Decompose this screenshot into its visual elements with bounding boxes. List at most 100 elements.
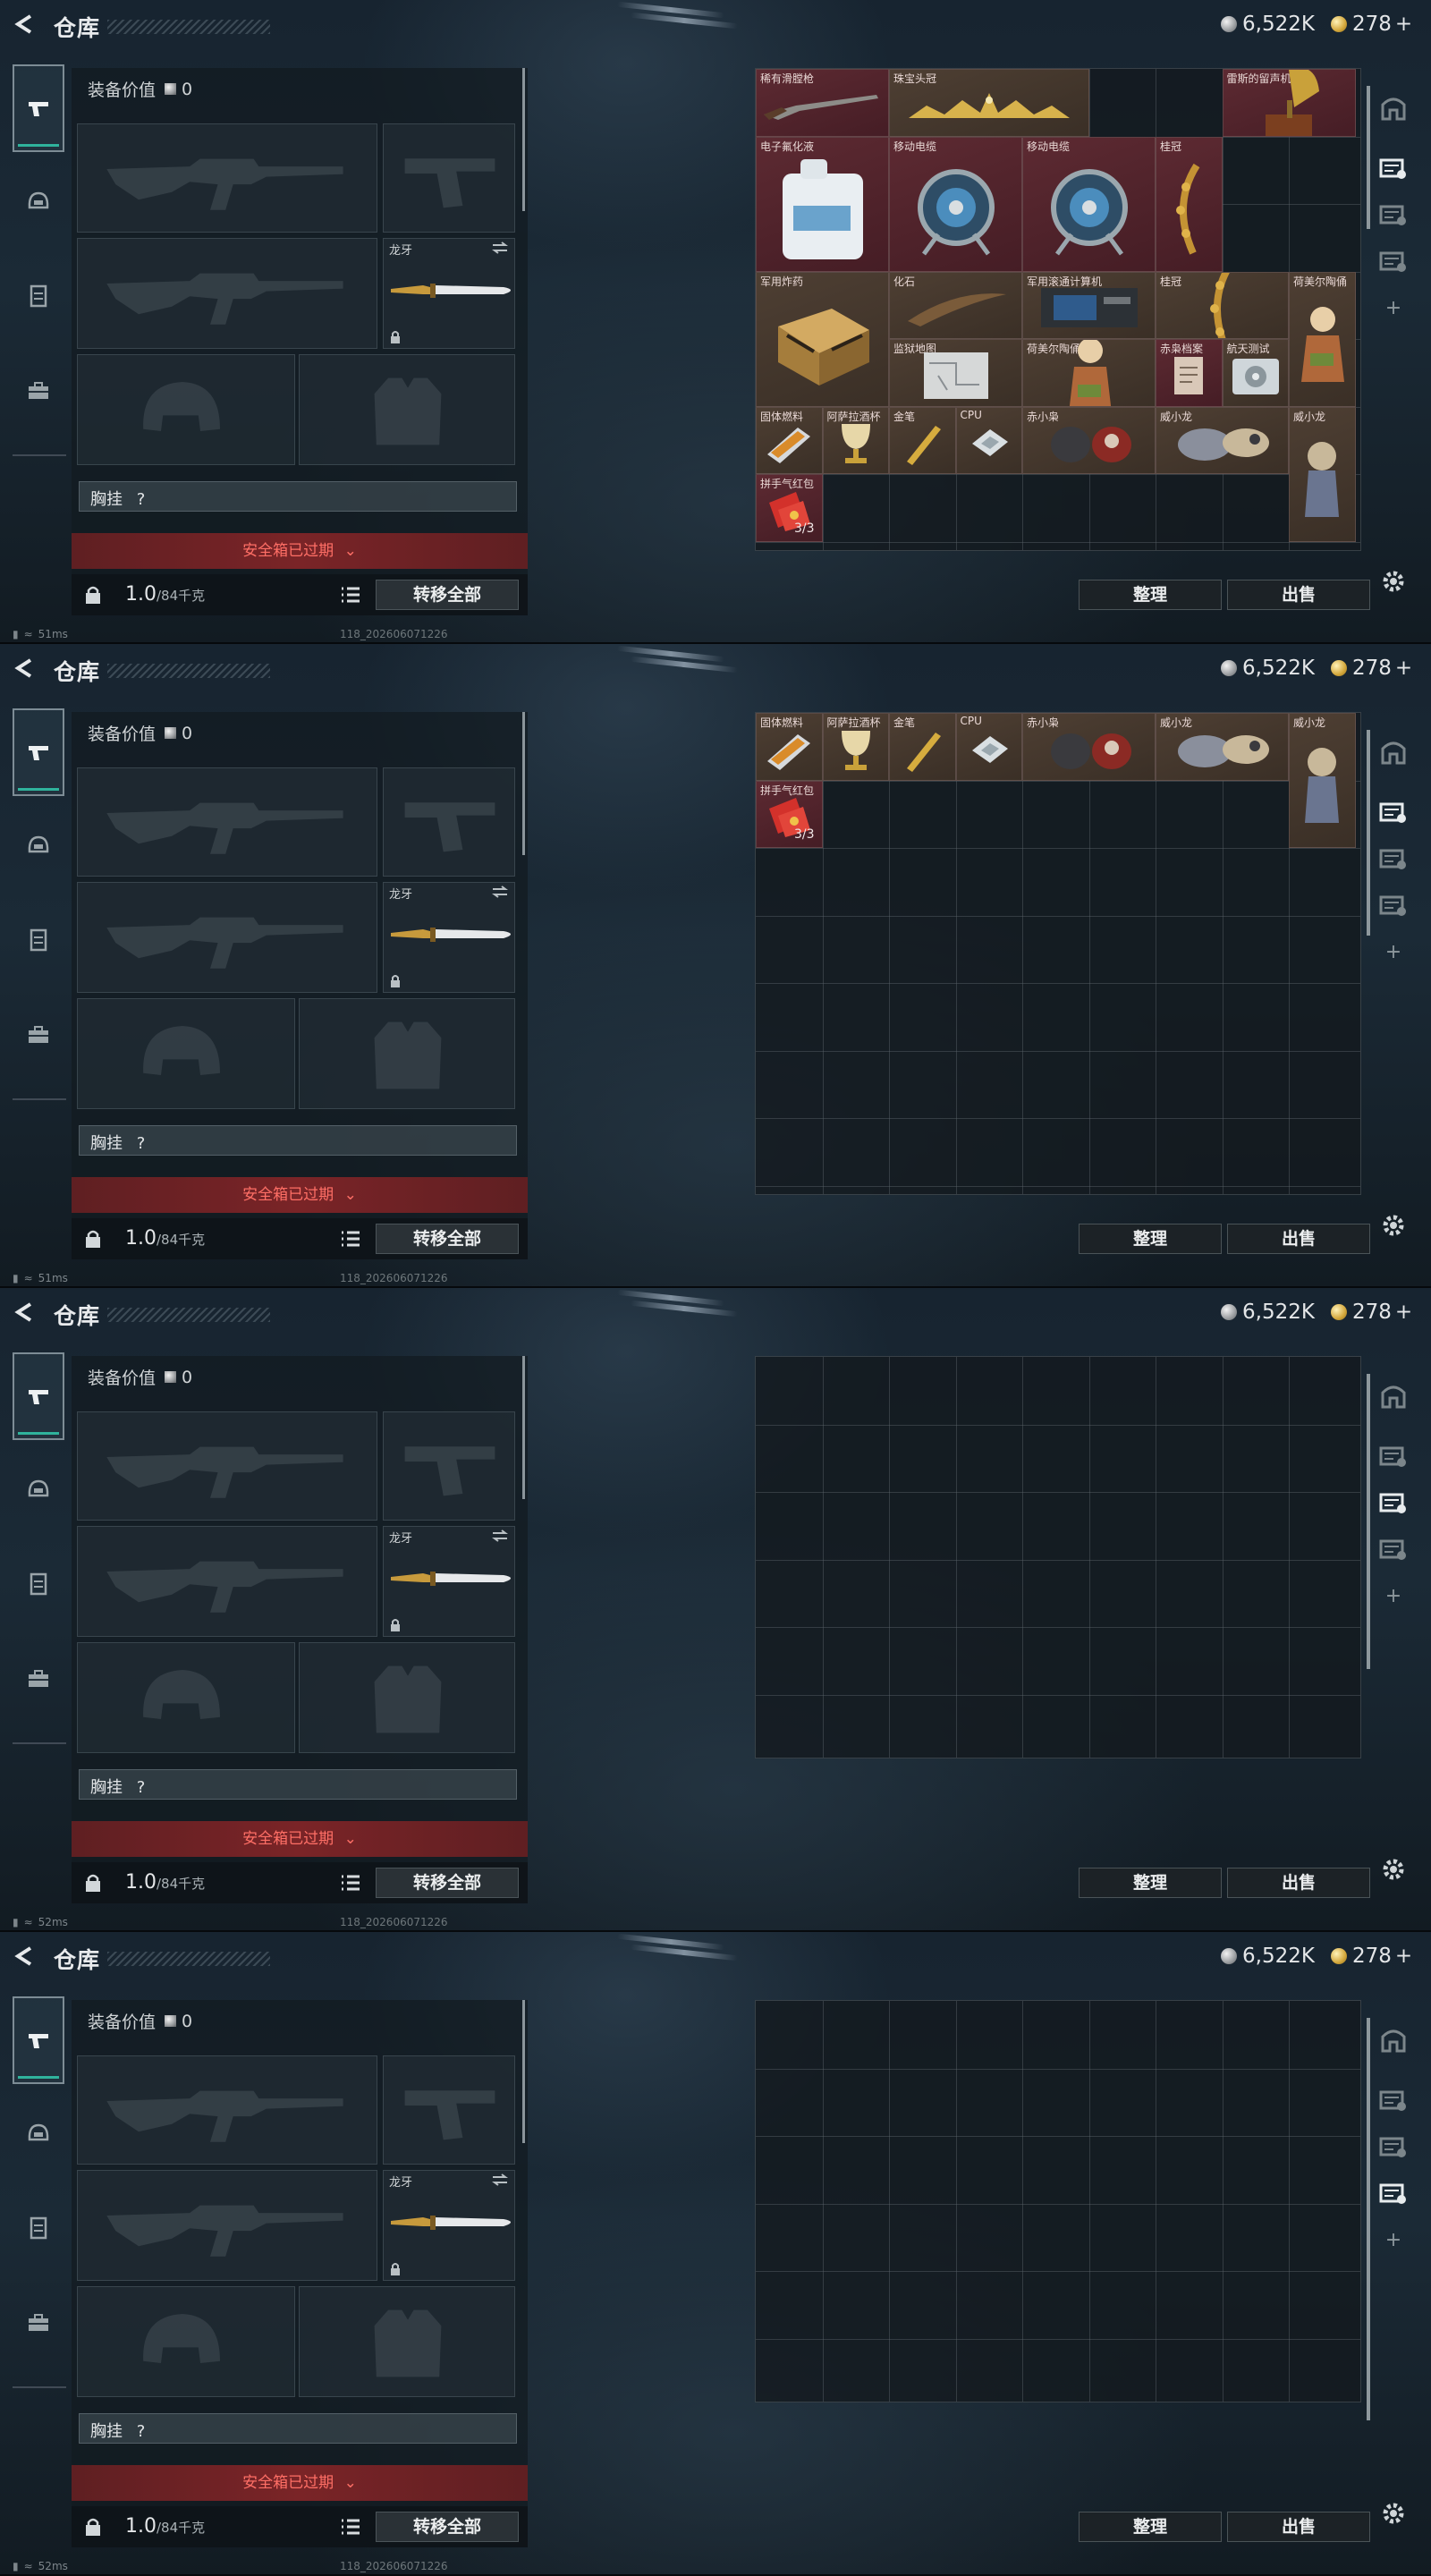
- chest-rig-slot[interactable]: 胸挂 ?: [79, 1769, 517, 1800]
- stash-item[interactable]: 移动电缆: [889, 136, 1022, 272]
- list-icon[interactable]: [340, 585, 361, 605]
- loadout-scrollbar[interactable]: [522, 68, 525, 211]
- add-tab-button[interactable]: +: [1374, 928, 1413, 975]
- tab-vest[interactable]: [13, 2197, 64, 2259]
- safe-box-expired-button[interactable]: 安全箱已过期 ⌄: [72, 533, 528, 569]
- tab-helmet[interactable]: [13, 170, 64, 233]
- tab-weapons[interactable]: [13, 1996, 64, 2084]
- stash-item[interactable]: 军用炸药: [756, 271, 889, 407]
- tab-vest[interactable]: [13, 265, 64, 327]
- chest-rig-slot[interactable]: 胸挂 ?: [79, 2413, 517, 2444]
- gold-balance[interactable]: 278 +: [1331, 657, 1412, 680]
- tab-map-icon[interactable]: [1374, 2170, 1413, 2216]
- chest-rig-slot[interactable]: 胸挂 ?: [79, 1125, 517, 1156]
- stash-item[interactable]: 桂冠: [1156, 271, 1289, 339]
- armor-slot[interactable]: [299, 2286, 515, 2397]
- tab-weapons[interactable]: [13, 708, 64, 796]
- tab-map-icon[interactable]: [1374, 1479, 1413, 1526]
- loadout-scrollbar[interactable]: [522, 712, 525, 855]
- sort-button[interactable]: 整理: [1079, 580, 1222, 610]
- tab-helmet[interactable]: [13, 814, 64, 877]
- stash-scrollbar[interactable]: [1367, 730, 1370, 936]
- transfer-all-button[interactable]: 转移全部: [376, 2512, 519, 2542]
- stash-item[interactable]: 阿萨拉酒杯: [822, 713, 889, 781]
- sell-button[interactable]: 出售: [1227, 1868, 1370, 1898]
- stash-item[interactable]: 拼手气红包 3/3: [756, 474, 823, 542]
- secondary-weapon-slot[interactable]: [77, 882, 377, 993]
- add-gold-icon[interactable]: +: [1395, 657, 1412, 680]
- stash-item[interactable]: 威小龙: [1289, 713, 1356, 848]
- secondary-weapon-slot[interactable]: [77, 1526, 377, 1637]
- helmet-slot[interactable]: [77, 354, 295, 465]
- tab-map-icon[interactable]: [1374, 789, 1413, 835]
- armor-slot[interactable]: [299, 354, 515, 465]
- add-tab-button[interactable]: +: [1374, 2216, 1413, 2263]
- stash-item[interactable]: 威小龙: [1289, 406, 1356, 542]
- safe-box-expired-button[interactable]: 安全箱已过期 ⌄: [72, 2465, 528, 2501]
- back-button[interactable]: [13, 1945, 36, 1968]
- primary-weapon-slot[interactable]: [77, 767, 377, 877]
- gold-balance[interactable]: 278 +: [1331, 13, 1412, 36]
- armor-slot[interactable]: [299, 1642, 515, 1753]
- add-gold-icon[interactable]: +: [1395, 1945, 1412, 1968]
- tab-map-icon[interactable]: [1374, 1433, 1413, 1479]
- stash-item[interactable]: 雷斯的留声机: [1222, 69, 1356, 137]
- tab-weapons[interactable]: [13, 64, 64, 152]
- tab-arena-icon[interactable]: [1374, 73, 1413, 145]
- primary-weapon-slot[interactable]: [77, 123, 377, 233]
- add-gold-icon[interactable]: +: [1395, 1301, 1412, 1324]
- safe-box-expired-button[interactable]: 安全箱已过期 ⌄: [72, 1821, 528, 1857]
- stash-item[interactable]: 电子氟化液: [756, 136, 889, 272]
- melee-slot[interactable]: 龙牙: [383, 238, 515, 349]
- gold-balance[interactable]: 278 +: [1331, 1945, 1412, 1968]
- pistol-slot[interactable]: [383, 123, 515, 233]
- stash-item[interactable]: 移动电缆: [1022, 136, 1156, 272]
- loadout-scrollbar[interactable]: [522, 1356, 525, 1499]
- stash-scrollbar[interactable]: [1367, 1374, 1370, 1669]
- settings-button[interactable]: [1379, 2499, 1408, 2528]
- sell-button[interactable]: 出售: [1227, 580, 1370, 610]
- tab-map-icon[interactable]: [1374, 1526, 1413, 1572]
- melee-slot[interactable]: 龙牙: [383, 882, 515, 993]
- add-tab-button[interactable]: +: [1374, 284, 1413, 331]
- stash-item[interactable]: 固体燃料: [756, 406, 823, 474]
- tab-arena-icon[interactable]: [1374, 717, 1413, 789]
- transfer-all-button[interactable]: 转移全部: [376, 580, 519, 610]
- stash-item[interactable]: 威小龙: [1156, 406, 1289, 474]
- tab-vest[interactable]: [13, 909, 64, 971]
- loadout-scrollbar[interactable]: [522, 2000, 525, 2143]
- pistol-slot[interactable]: [383, 1411, 515, 1521]
- stash-scrollbar[interactable]: [1367, 86, 1370, 229]
- list-icon[interactable]: [340, 1229, 361, 1249]
- tab-map-icon[interactable]: [1374, 145, 1413, 191]
- tab-weapons[interactable]: [13, 1352, 64, 1440]
- stash-item[interactable]: 赤小枭: [1022, 406, 1156, 474]
- sort-button[interactable]: 整理: [1079, 2512, 1222, 2542]
- stash-item[interactable]: 赤枭档案: [1156, 339, 1223, 407]
- tab-arena-icon[interactable]: [1374, 2005, 1413, 2077]
- back-button[interactable]: [13, 1301, 36, 1324]
- armor-slot[interactable]: [299, 998, 515, 1109]
- add-gold-icon[interactable]: +: [1395, 13, 1412, 36]
- gold-balance[interactable]: 278 +: [1331, 1301, 1412, 1324]
- tab-arena-icon[interactable]: [1374, 1361, 1413, 1433]
- pistol-slot[interactable]: [383, 2055, 515, 2165]
- stash-scrollbar[interactable]: [1367, 2018, 1370, 2420]
- list-icon[interactable]: [340, 2517, 361, 2537]
- tab-map-icon[interactable]: [1374, 835, 1413, 882]
- add-tab-button[interactable]: +: [1374, 1572, 1413, 1619]
- tab-map-icon[interactable]: [1374, 882, 1413, 928]
- silver-balance[interactable]: 6,522K: [1221, 13, 1315, 36]
- stash-item[interactable]: 荷美尔陶俑: [1022, 339, 1156, 407]
- stash-item[interactable]: 桂冠: [1156, 136, 1223, 272]
- stash-item[interactable]: 荷美尔陶俑: [1289, 271, 1356, 407]
- swap-icon[interactable]: [491, 2174, 509, 2186]
- melee-slot[interactable]: 龙牙: [383, 2170, 515, 2281]
- stash-item[interactable]: 珠宝头冠: [889, 69, 1089, 137]
- stash-item[interactable]: 赤小枭: [1022, 713, 1156, 781]
- silver-balance[interactable]: 6,522K: [1221, 657, 1315, 680]
- stash-item[interactable]: 威小龙: [1156, 713, 1289, 781]
- helmet-slot[interactable]: [77, 1642, 295, 1753]
- stash-item[interactable]: 稀有滑膛枪: [756, 69, 889, 137]
- stash-item[interactable]: CPU: [955, 406, 1022, 474]
